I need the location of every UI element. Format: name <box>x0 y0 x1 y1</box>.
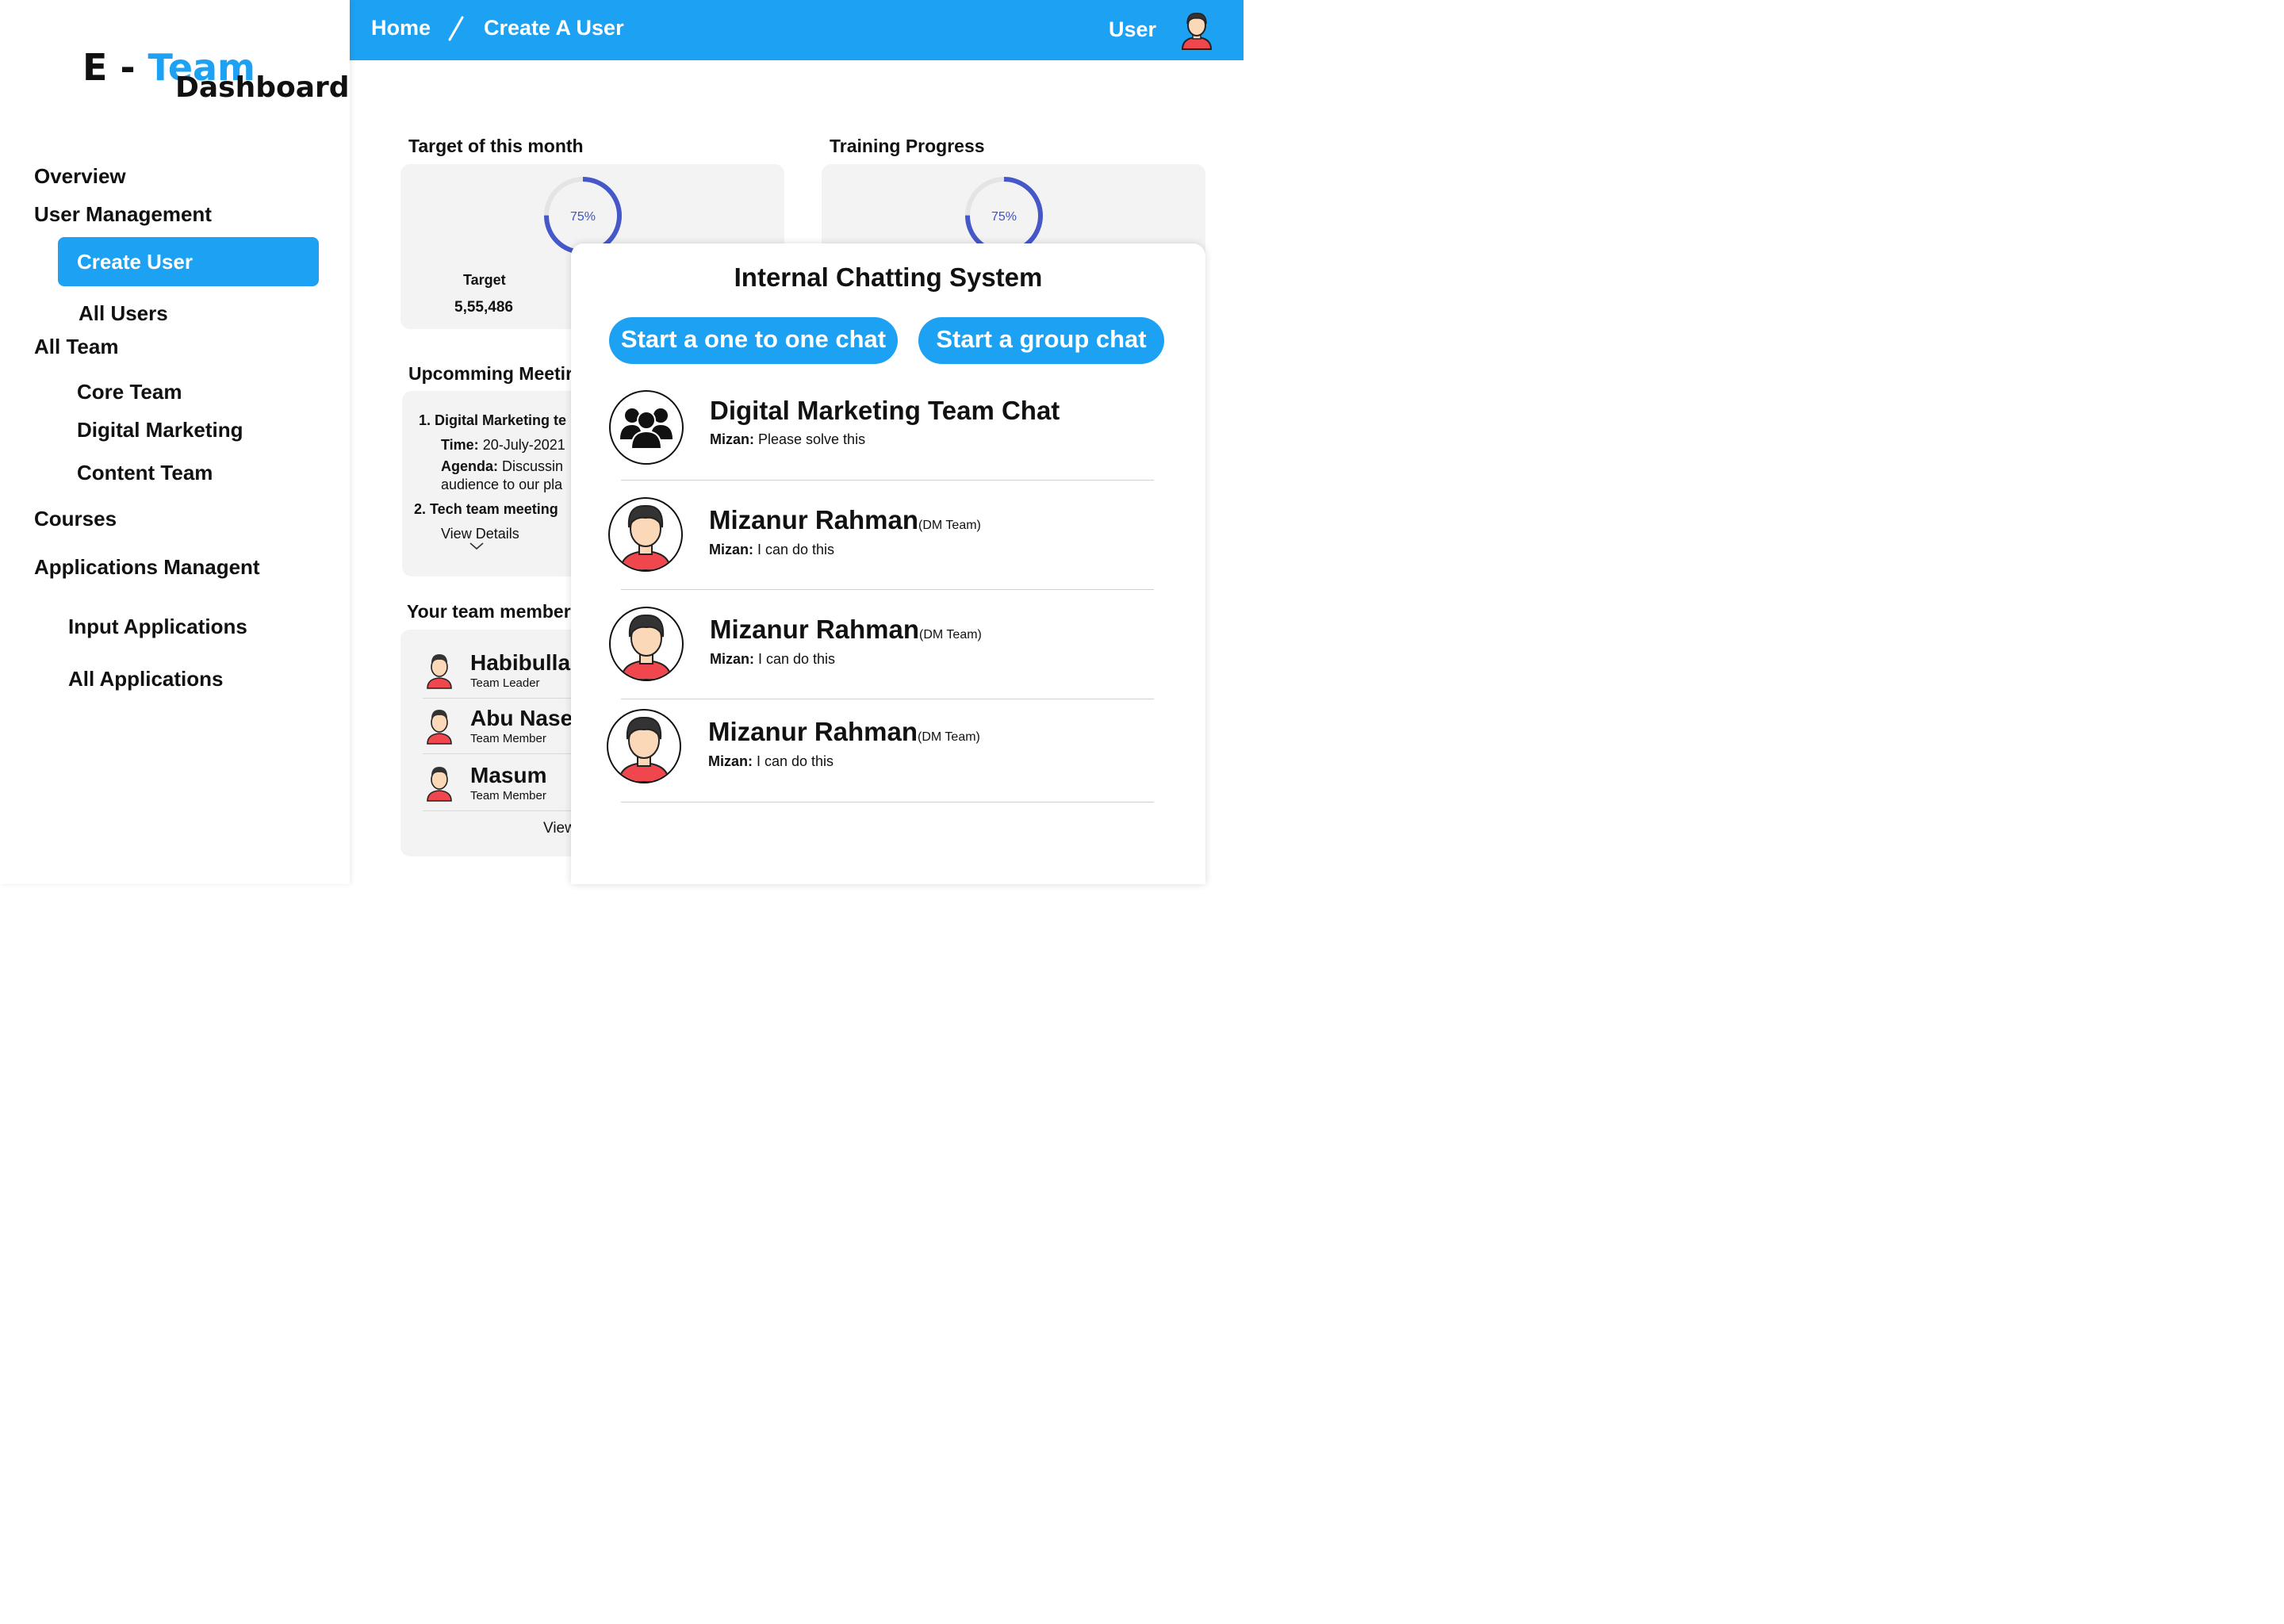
sidebar-item-overview[interactable]: Overview <box>34 164 126 189</box>
user-menu-label[interactable]: User <box>1109 17 1156 42</box>
member-name: Abu Naser <box>470 706 582 730</box>
meeting-item-2[interactable]: 2. Tech team meeting <box>414 501 558 518</box>
meeting-item-1[interactable]: 1. Digital Marketing te <box>419 412 566 429</box>
view-details-link[interactable]: View Details <box>441 526 519 542</box>
top-bar: Home Create A User User <box>350 0 1244 60</box>
chat-item-message: Mizan: I can do this <box>710 651 836 667</box>
chat-title: Internal Chatting System <box>734 262 1043 292</box>
person-avatar-icon <box>608 497 683 572</box>
chat-item-message: Mizan: I can do this <box>709 542 835 557</box>
sidebar-item-create-user[interactable]: Create User <box>58 237 319 286</box>
target-title: Target of this month <box>408 136 584 156</box>
sidebar-item-input-applications[interactable]: Input Applications <box>68 615 247 639</box>
chat-item-name: Mizanur Rahman(DM Team) <box>708 717 980 746</box>
member-divider <box>423 698 581 699</box>
sidebar-item-all-users[interactable]: All Users <box>79 301 168 326</box>
breadcrumb-current: Create A User <box>484 16 624 40</box>
sidebar: E - Team Dashboard Overview User Managem… <box>0 0 350 884</box>
sidebar-item-all-team[interactable]: All Team <box>34 335 118 359</box>
sidebar-item-courses[interactable]: Courses <box>34 507 117 531</box>
chevron-down-icon[interactable] <box>469 542 484 550</box>
sidebar-item-content-team[interactable]: Content Team <box>77 461 213 485</box>
sidebar-item-applications[interactable]: Applications Managent <box>34 555 260 580</box>
person-avatar-icon <box>607 709 681 783</box>
breadcrumb-separator-icon <box>448 16 464 41</box>
member-name: Masum <box>470 763 547 787</box>
start-one-to-one-chat-button[interactable]: Start a one to one chat <box>609 317 898 364</box>
meeting-item-1-agenda: Agenda: Discussin <box>441 458 564 474</box>
team-title: Your team member <box>407 601 571 622</box>
member-avatar-icon <box>427 767 452 802</box>
chat-panel: Internal Chatting System Start a one to … <box>571 243 1205 884</box>
chat-item-message: Mizan: I can do this <box>708 753 834 769</box>
chat-item-person[interactable]: Mizanur Rahman(DM Team) Mizan: I can do … <box>607 607 1154 683</box>
member-divider <box>423 810 581 811</box>
sidebar-item-core-team[interactable]: Core Team <box>77 380 182 404</box>
user-avatar-icon[interactable] <box>1179 10 1214 55</box>
training-title: Training Progress <box>830 136 985 156</box>
start-group-chat-button[interactable]: Start a group chat <box>918 317 1164 364</box>
chat-item-name: Digital Marketing Team Chat <box>710 396 1060 425</box>
sidebar-item-user-management[interactable]: User Management <box>34 202 212 227</box>
group-avatar-icon <box>609 390 684 465</box>
target-progress-label: 75% <box>570 210 596 224</box>
person-avatar-icon <box>609 607 684 681</box>
member-role: Team Member <box>470 789 546 802</box>
member-avatar-icon <box>427 654 452 689</box>
brand-subtitle: Dashboard <box>175 71 350 104</box>
chat-item-group[interactable]: Digital Marketing Team Chat Mizan: Pleas… <box>607 389 1154 469</box>
chat-divider <box>621 480 1154 481</box>
chat-item-name: Mizanur Rahman(DM Team) <box>709 505 981 534</box>
sidebar-item-digital-marketing[interactable]: Digital Marketing <box>77 418 243 442</box>
target-label: Target <box>463 272 506 288</box>
chat-item-person[interactable]: Mizanur Rahman(DM Team) Mizan: I can do … <box>607 709 1154 785</box>
member-divider <box>423 753 581 754</box>
target-value: 5,55,486 <box>454 299 513 316</box>
sidebar-item-all-applications[interactable]: All Applications <box>68 667 224 691</box>
training-progress-label: 75% <box>991 210 1017 224</box>
member-avatar-icon <box>427 710 452 745</box>
breadcrumb-home[interactable]: Home <box>371 16 431 40</box>
member-name: Habibullah <box>470 650 584 675</box>
meetings-title: Upcomming Meetir <box>408 363 573 384</box>
meeting-item-1-agenda-cont: audience to our pla <box>441 477 563 492</box>
chat-divider <box>621 589 1154 590</box>
meeting-item-1-time: Time: 20-July-2021 <box>441 437 565 453</box>
chat-item-message: Mizan: Please solve this <box>710 431 866 447</box>
chat-item-name: Mizanur Rahman(DM Team) <box>710 615 982 644</box>
chat-item-person[interactable]: Mizanur Rahman(DM Team) Mizan: I can do … <box>607 497 1154 573</box>
member-role: Team Leader <box>470 676 540 690</box>
member-role: Team Member <box>470 732 546 745</box>
brand-logo[interactable]: E - Team Dashboard <box>82 46 350 104</box>
